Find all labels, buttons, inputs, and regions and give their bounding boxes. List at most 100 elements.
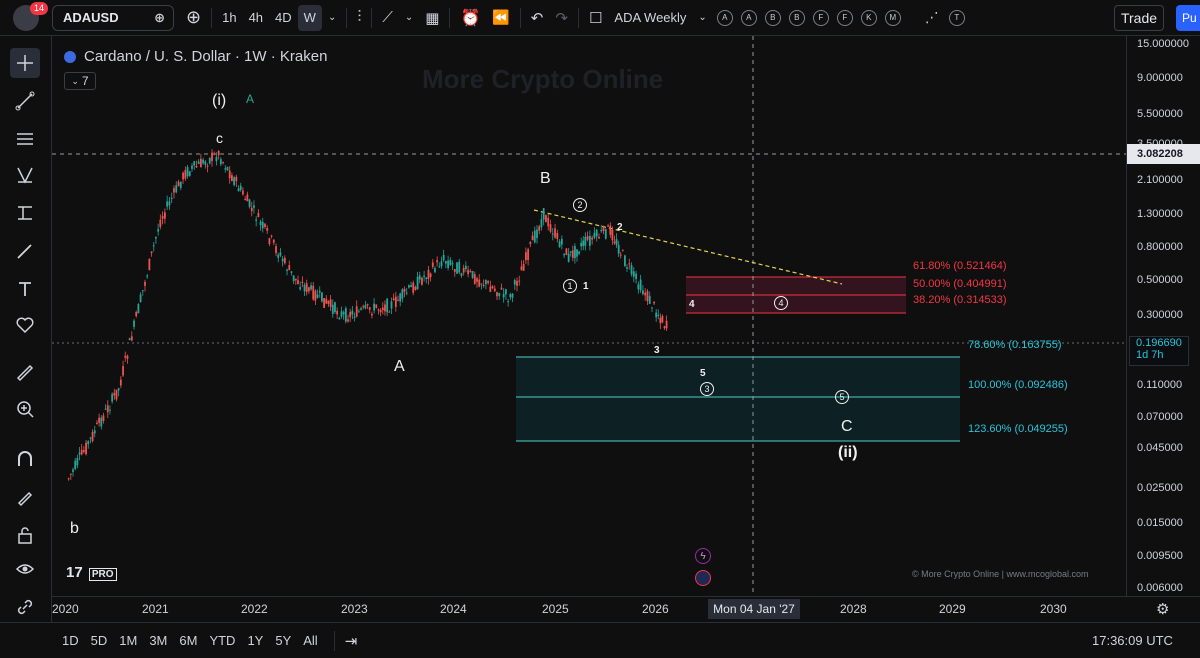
candle-body <box>206 165 209 167</box>
range-ytd[interactable]: YTD <box>209 633 235 648</box>
redo-icon[interactable]: ↷ <box>549 5 574 31</box>
candle-body <box>76 458 79 466</box>
symbol-search-box[interactable]: ADAUSD ⊕ <box>52 4 174 31</box>
script-graph-icon[interactable]: ⋰ <box>919 5 945 31</box>
time-axis[interactable]: 2020 2021 2022 2023 2024 2025 2026 Mon 0… <box>52 596 1200 622</box>
symbol-label: ADAUSD <box>63 10 119 25</box>
candle-body <box>137 304 140 314</box>
alert-icon[interactable]: ⏰ <box>454 5 486 31</box>
axis-settings-gear-icon[interactable]: ⚙ <box>1156 600 1169 618</box>
candle-body <box>233 177 236 185</box>
range-5y[interactable]: 5Y <box>275 633 291 648</box>
us-flag-event-icon[interactable] <box>695 570 711 586</box>
alert-letter-6-icon[interactable]: F <box>836 9 853 26</box>
candle-body <box>399 293 402 302</box>
trendline-tool[interactable] <box>10 86 40 116</box>
candle-body <box>152 245 155 247</box>
candle-body <box>595 229 598 237</box>
range-1d[interactable]: 1D <box>62 633 79 648</box>
crosshair-tool[interactable] <box>10 48 40 78</box>
alert-letter-7-icon[interactable]: K <box>860 9 877 26</box>
credit-text: © More Crypto Online | www.mcoglobal.com <box>912 569 1089 579</box>
candle-body <box>421 277 423 285</box>
price-label: 0.025000 <box>1137 482 1183 494</box>
date-range-icon[interactable]: ⇥ <box>345 632 358 650</box>
replay-icon[interactable]: ⏪ <box>486 5 515 31</box>
measure-tool[interactable] <box>10 358 40 388</box>
candle-body <box>179 181 182 188</box>
wave-circle-1: 1 <box>563 279 577 293</box>
candle-body <box>91 432 94 442</box>
forecast-tool[interactable] <box>10 198 40 228</box>
candle-body <box>213 153 216 155</box>
layout-name[interactable]: ADA Weekly <box>608 5 692 31</box>
chart-pane[interactable]: Cardano / U. S. Dollar · 1W · Kraken ⌄ 7… <box>52 36 1126 596</box>
candle-body <box>115 389 118 400</box>
magnet-tool[interactable] <box>10 444 40 474</box>
range-6m[interactable]: 6M <box>179 633 197 648</box>
time-label: 2023 <box>341 602 368 616</box>
lightning-event-icon[interactable]: ϟ <box>695 548 711 564</box>
zoom-tool[interactable] <box>10 394 40 424</box>
candle-body <box>556 232 559 240</box>
utc-clock[interactable]: 17:36:09 UTC <box>1092 633 1173 648</box>
range-all[interactable]: All <box>303 633 317 648</box>
favorites-tool[interactable] <box>10 310 40 340</box>
chevron-down-icon: ⌄ <box>71 75 79 86</box>
candle-body <box>202 159 205 164</box>
publish-button[interactable]: Pu <box>1176 5 1200 31</box>
divider <box>346 7 348 28</box>
timeframe-1h[interactable]: 1h <box>216 5 242 31</box>
alert-letter-5-icon[interactable]: F <box>812 9 829 26</box>
range-5d[interactable]: 5D <box>91 633 108 648</box>
candle-body <box>635 273 637 279</box>
compare-icon[interactable]: ⊕ <box>154 10 165 26</box>
alert-letter-3-icon[interactable]: B <box>764 9 781 26</box>
fib-support-zone <box>516 357 960 441</box>
timeframe-w[interactable]: W <box>297 4 322 31</box>
candle-body <box>281 258 284 262</box>
wave-label-1: 1 <box>583 281 589 292</box>
indicator-collapse-button[interactable]: ⌄ 7 <box>64 72 96 90</box>
range-3m[interactable]: 3M <box>149 633 167 648</box>
timeframe-4d[interactable]: 4D <box>269 5 298 31</box>
trade-button[interactable]: Trade <box>1114 5 1164 31</box>
alert-letter-8-icon[interactable]: M <box>884 9 901 26</box>
candle-body <box>563 253 566 256</box>
alert-letter-2-icon[interactable]: A <box>740 9 757 26</box>
brush-tool[interactable] <box>10 236 40 266</box>
trendline-icon <box>15 91 35 111</box>
candle-body <box>507 301 510 303</box>
account-avatar[interactable]: 14 <box>0 0 52 36</box>
price-axis[interactable]: 15.000000 9.000000 5.500000 3.500000 2.1… <box>1126 36 1200 596</box>
timeframe-4h[interactable]: 4h <box>243 5 269 31</box>
indicators-chevron-icon[interactable]: ⌄ <box>399 5 419 31</box>
candle-body <box>347 319 349 322</box>
candle-body <box>344 308 347 322</box>
price-chart[interactable] <box>52 36 1126 596</box>
range-1m[interactable]: 1M <box>119 633 137 648</box>
text-tool[interactable] <box>10 274 40 304</box>
text-tool-icon[interactable]: T <box>948 9 965 26</box>
alert-letter-4-icon[interactable]: B <box>788 9 805 26</box>
alert-letter-1-icon[interactable]: A <box>716 9 733 26</box>
candle-body <box>438 266 441 268</box>
candle-body <box>524 252 527 261</box>
visibility-tool[interactable] <box>10 554 40 584</box>
link-tool[interactable] <box>10 592 40 622</box>
fib-tool[interactable] <box>10 124 40 154</box>
layout-square-icon[interactable]: ☐ <box>583 5 608 31</box>
lock-tool[interactable] <box>10 520 40 550</box>
draw-mode-tool[interactable] <box>10 482 40 512</box>
candles-icon[interactable]: ⫶ <box>351 5 367 31</box>
timeframe-dropdown-chevron-icon[interactable]: ⌄ <box>322 5 342 31</box>
layout-grid-icon[interactable]: ▦ <box>419 5 445 31</box>
range-1y[interactable]: 1Y <box>247 633 263 648</box>
add-symbol-icon[interactable]: ⊕ <box>180 5 207 31</box>
candle-body <box>286 269 288 271</box>
undo-icon[interactable]: ↶ <box>525 5 550 31</box>
indicators-icon[interactable]: ⟋ <box>376 5 399 31</box>
layout-chevron-icon[interactable]: ⌄ <box>692 5 712 31</box>
candle-body <box>473 274 476 284</box>
pattern-tool[interactable] <box>10 160 40 190</box>
